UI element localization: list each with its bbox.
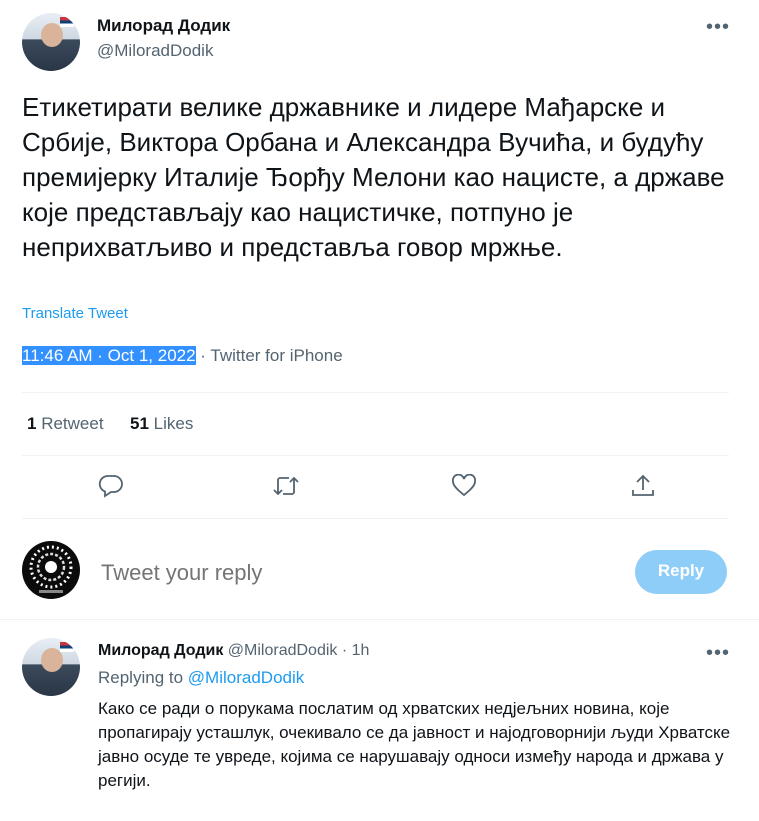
divider [22, 392, 729, 393]
composer-avatar[interactable] [22, 541, 80, 599]
reply-time[interactable]: 1h [352, 642, 370, 659]
divider [22, 455, 729, 456]
reply-dot: · [341, 642, 348, 659]
divider [22, 518, 729, 519]
reply-icon[interactable] [98, 474, 124, 498]
replying-to-label: Replying to [98, 668, 184, 687]
tweet-source[interactable]: Twitter for iPhone [210, 346, 342, 365]
reply-author-name[interactable]: Милорад Додик [98, 642, 223, 659]
tweet-meta: 11:46 AM · Oct 1, 2022 · Twitter for iPh… [22, 346, 343, 366]
reply-more-options-icon[interactable]: ••• [706, 643, 730, 663]
divider [0, 619, 759, 620]
profile-pattern-icon [29, 545, 73, 593]
meta-separator: · [195, 346, 211, 365]
retweet-count: 1 [27, 414, 37, 433]
like-label: Likes [153, 414, 194, 433]
replying-to-handle[interactable]: @MiloradDodik [188, 668, 304, 687]
retweet-label: Retweet [41, 414, 104, 433]
translate-tweet-link[interactable]: Translate Tweet [22, 305, 128, 322]
replying-to: Replying to @MiloradDodik [98, 668, 304, 688]
more-options-icon[interactable]: ••• [706, 17, 730, 37]
like-stat[interactable]: 51 Likes [130, 414, 193, 434]
like-icon[interactable] [451, 474, 477, 498]
reply-input[interactable] [99, 556, 623, 590]
reply-author-avatar[interactable] [22, 638, 80, 696]
reply-button[interactable]: Reply [635, 550, 727, 594]
reply-author-handle[interactable]: @MiloradDodik [228, 642, 338, 659]
share-icon[interactable] [630, 473, 656, 499]
reply-header: Милорад Додик @MiloradDodik · 1h [98, 642, 369, 660]
like-count: 51 [130, 414, 149, 433]
author-avatar[interactable] [22, 13, 80, 71]
tweet-text: Етикетирати велике државнике и лидере Ма… [22, 92, 725, 262]
tweet-timestamp[interactable]: 11:46 AM · Oct 1, 2022 [22, 346, 196, 365]
author-handle[interactable]: @MiloradDodik [97, 41, 213, 61]
retweet-icon[interactable] [272, 474, 300, 498]
retweet-stat[interactable]: 1 Retweet [27, 414, 104, 434]
author-name[interactable]: Милорад Додик [97, 16, 230, 36]
reply-text: Како се ради о порукама послатим од хрва… [98, 699, 731, 790]
